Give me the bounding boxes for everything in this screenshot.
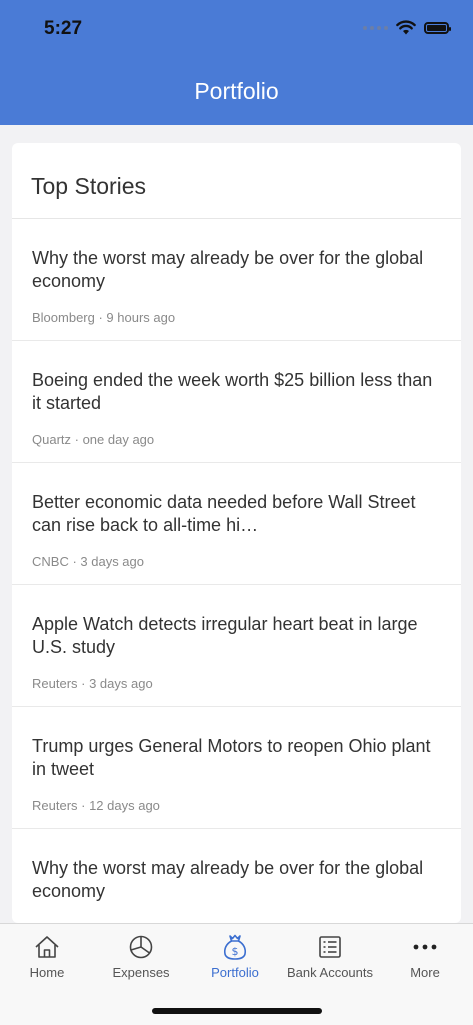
top-stories-card: Top Stories Why the worst may already be… (12, 143, 461, 923)
story-item[interactable]: Why the worst may already be over for th… (12, 829, 461, 923)
story-item[interactable]: Apple Watch detects irregular heart beat… (12, 585, 461, 707)
tab-label: Portfolio (211, 965, 259, 980)
tab-label: Bank Accounts (287, 965, 373, 980)
tab-expenses[interactable]: Expenses (94, 932, 188, 980)
money-bag-icon: $ (223, 934, 247, 960)
story-meta: Quartz · one day ago (32, 432, 155, 447)
tab-label: Expenses (112, 965, 170, 980)
story-title: Better economic data needed before Wall … (32, 492, 416, 535)
header: 5:27 Portfolio (0, 0, 473, 125)
story-item[interactable]: Better economic data needed before Wall … (12, 463, 461, 585)
tab-home[interactable]: Home (0, 932, 94, 980)
story-title: Apple Watch detects irregular heart beat… (32, 614, 418, 657)
story-title: Boeing ended the week worth $25 billion … (32, 370, 433, 413)
home-icon (35, 936, 59, 958)
tab-label: Home (29, 965, 65, 980)
story-item[interactable]: Why the worst may already be over for th… (12, 219, 461, 341)
tab-more[interactable]: More (378, 932, 472, 980)
tab-bank-accounts[interactable]: Bank Accounts (283, 932, 377, 980)
story-title: Why the worst may already be over for th… (32, 248, 424, 291)
wifi-icon (396, 20, 416, 35)
list-icon (319, 936, 341, 958)
more-icon (413, 944, 437, 950)
tab-label: More (410, 965, 440, 980)
pie-chart-icon (129, 935, 153, 959)
svg-text:$: $ (232, 945, 239, 958)
battery-icon (424, 21, 451, 34)
story-meta: Reuters · 12 days ago (32, 798, 160, 813)
story-title: Trump urges General Motors to reopen Ohi… (32, 736, 431, 779)
story-title: Why the worst may already be over for th… (32, 858, 424, 901)
status-time: 5:27 (44, 18, 83, 39)
story-meta: CNBC · 3 days ago (32, 554, 144, 569)
page-title: Portfolio (194, 78, 279, 104)
signal-icon (363, 25, 388, 30)
tab-portfolio[interactable]: $ Portfolio (188, 932, 282, 980)
story-meta: Bloomberg · 9 hours ago (32, 310, 176, 325)
section-title: Top Stories (12, 143, 461, 219)
home-indicator[interactable] (152, 1008, 322, 1014)
story-item[interactable]: Trump urges General Motors to reopen Ohi… (12, 707, 461, 829)
story-item[interactable]: Boeing ended the week worth $25 billion … (12, 341, 461, 463)
status-icons (363, 20, 451, 35)
story-meta: Reuters · 3 days ago (32, 676, 153, 691)
